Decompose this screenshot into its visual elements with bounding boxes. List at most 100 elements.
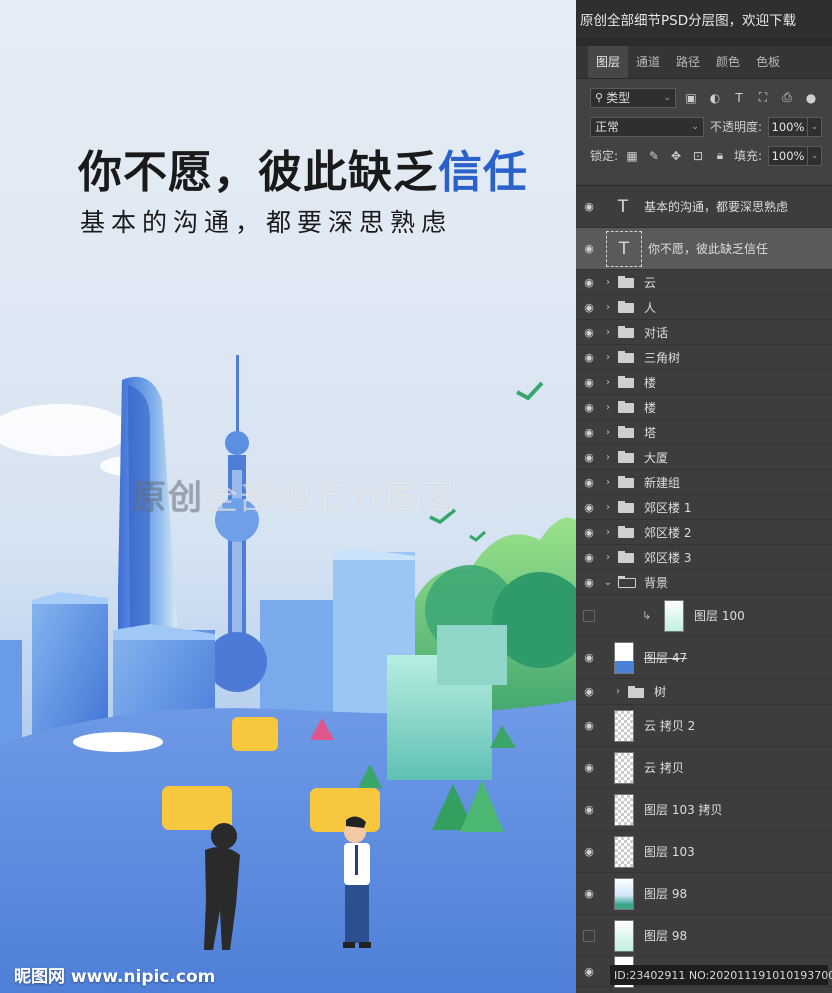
visibility-eye-icon[interactable]: ◉ [576, 576, 602, 589]
layer-thumbnail [614, 835, 634, 868]
visibility-eye-icon[interactable]: ◉ [576, 551, 602, 564]
lock-all-icon[interactable]: 🔒︎ [712, 148, 728, 163]
download-banner: 原创全部细节PSD分层图，欢迎下载 [576, 0, 832, 38]
layer-row[interactable]: ↳ 图层 100 [576, 595, 832, 637]
layer-row[interactable]: ◉ 云 拷贝 [576, 747, 832, 789]
chevron-right-icon[interactable]: › [602, 402, 614, 413]
visibility-eye-icon[interactable]: ◉ [576, 719, 602, 732]
visibility-eye-icon[interactable]: ◉ [576, 887, 602, 900]
visibility-eye-icon[interactable]: ◉ [576, 426, 602, 439]
chevron-right-icon[interactable]: › [602, 302, 614, 313]
layer-row[interactable]: ◉ › 楼 [576, 395, 832, 420]
lock-artboard-icon[interactable]: ⊡ [690, 149, 706, 163]
visibility-eye-icon[interactable]: ◉ [576, 526, 602, 539]
chevron-right-icon[interactable]: › [602, 427, 614, 438]
lock-position-icon[interactable]: ✥ [668, 149, 684, 163]
chevron-right-icon[interactable]: › [602, 452, 614, 463]
layer-row[interactable]: ◉ 图层 103 [576, 831, 832, 873]
layer-row[interactable]: ◉ › 三角树 [576, 345, 832, 370]
layer-name: 树 [654, 685, 667, 699]
layer-row[interactable]: ◉ ⌄ 背景 [576, 570, 832, 595]
opacity-input[interactable]: 100% [768, 116, 808, 137]
adjustment-filter-icon[interactable]: ◐ [706, 91, 724, 105]
visibility-eye-icon[interactable]: ◉ [576, 685, 602, 698]
image-filter-icon[interactable]: ▣ [682, 91, 700, 105]
visibility-eye-icon[interactable]: ◉ [576, 476, 602, 489]
chevron-down-icon[interactable]: ⌄ [808, 116, 822, 137]
layer-row[interactable]: ◉ › 郊区楼 1 [576, 495, 832, 520]
visibility-eye-icon[interactable]: ◉ [576, 501, 602, 514]
layer-row[interactable]: ◉ T 基本的沟通，都要深思熟虑 [576, 186, 832, 228]
tower-ball [207, 632, 267, 692]
folder-icon [618, 301, 634, 313]
layer-row[interactable]: ◉ › 楼 [576, 370, 832, 395]
visibility-eye-icon[interactable]: ◉ [576, 200, 602, 213]
lock-label: 锁定: [590, 149, 619, 163]
layer-thumbnail [664, 599, 684, 632]
layer-row[interactable]: ◉ 图层 103 拷贝 [576, 789, 832, 831]
fill-label: 填充: [733, 149, 763, 163]
visibility-eye-icon[interactable]: ◉ [576, 351, 602, 364]
visibility-eye-icon[interactable]: ◉ [576, 276, 602, 289]
visibility-eye-icon[interactable]: ◉ [576, 301, 602, 314]
filter-select[interactable]: ⚲ 类型 ⌄ [590, 87, 676, 108]
chevron-right-icon[interactable]: › [602, 327, 614, 338]
chevron-right-icon[interactable]: › [602, 352, 614, 363]
layer-row[interactable]: 图层 98 [576, 915, 832, 957]
layer-row[interactable]: ◉ › 塔 [576, 420, 832, 445]
layer-row[interactable]: ◉ 图层 98 [576, 873, 832, 915]
visibility-eye-icon[interactable] [576, 930, 602, 942]
visibility-eye-icon[interactable]: ◉ [576, 376, 602, 389]
layer-row[interactable]: ◉ 图层 47 [576, 637, 832, 679]
layer-name: 图层 103 [644, 845, 695, 859]
tab-layers[interactable]: 图层 [588, 46, 629, 78]
visibility-eye-icon[interactable]: ◉ [576, 965, 602, 978]
layer-row[interactable]: ◉ › 人 [576, 295, 832, 320]
visibility-eye-icon[interactable]: ◉ [576, 845, 602, 858]
layer-row[interactable]: ◉ 云 拷贝 2 [576, 705, 832, 747]
layer-row[interactable]: ◉ › 云 [576, 270, 832, 295]
opacity-label: 不透明度: [709, 120, 762, 134]
visibility-eye-icon[interactable]: ◉ [576, 651, 602, 664]
lock-transparent-icon[interactable]: ▦ [624, 149, 640, 163]
id-bar: ID:23402911 NO:20201119101019370000 [610, 965, 832, 985]
blend-mode-select[interactable]: 正常 ⌄ [590, 116, 704, 137]
folder-icon [618, 426, 634, 438]
visibility-eye-icon[interactable]: ◉ [576, 451, 602, 464]
tab-channels[interactable]: 通道 [628, 46, 668, 78]
chevron-down-icon[interactable]: ⌄ [602, 577, 614, 588]
tab-swatches[interactable]: 色板 [748, 46, 788, 78]
chevron-right-icon[interactable]: › [602, 477, 614, 488]
layer-row[interactable]: ◉ T 你不愿，彼此缺乏信任 [576, 228, 832, 270]
chevron-right-icon[interactable]: › [602, 277, 614, 288]
visibility-eye-icon[interactable]: ◉ [576, 401, 602, 414]
visibility-eye-icon[interactable]: ◉ [576, 761, 602, 774]
chevron-down-icon[interactable]: ⌄ [808, 145, 823, 166]
visibility-eye-icon[interactable]: ◉ [576, 326, 602, 339]
tab-paths[interactable]: 路径 [668, 46, 708, 78]
filter-toggle-icon[interactable]: ● [802, 91, 820, 105]
smart-object-filter-icon[interactable]: ⎙ [778, 90, 796, 105]
tab-color[interactable]: 颜色 [708, 46, 748, 78]
chevron-right-icon[interactable]: › [602, 502, 614, 513]
chevron-right-icon[interactable]: › [602, 377, 614, 388]
shape-filter-icon[interactable]: ⛶ [754, 90, 772, 105]
layer-row[interactable]: ◉ › 郊区楼 3 [576, 545, 832, 570]
chevron-right-icon[interactable]: › [612, 686, 624, 697]
text-filter-icon[interactable]: T [730, 91, 748, 105]
layer-row[interactable]: ◉ › 大厦 [576, 445, 832, 470]
building-roof [32, 592, 108, 604]
layer-row[interactable]: ◉ › 新建组 [576, 470, 832, 495]
layer-row[interactable]: ◉ › 对话 [576, 320, 832, 345]
visibility-eye-icon[interactable]: ◉ [576, 242, 602, 255]
visibility-eye-icon[interactable]: ◉ [576, 803, 602, 816]
layer-row[interactable]: ◉ › 郊区楼 2 [576, 520, 832, 545]
visibility-eye-icon[interactable] [576, 610, 602, 622]
fill-input[interactable]: 100% [768, 145, 809, 166]
layer-row[interactable]: ◉ › 树 [576, 679, 832, 705]
chevron-right-icon[interactable]: › [602, 552, 614, 563]
chevron-right-icon[interactable]: › [602, 527, 614, 538]
folder-icon [618, 501, 634, 513]
building [0, 640, 22, 750]
lock-paint-icon[interactable]: ✎ [646, 149, 662, 163]
